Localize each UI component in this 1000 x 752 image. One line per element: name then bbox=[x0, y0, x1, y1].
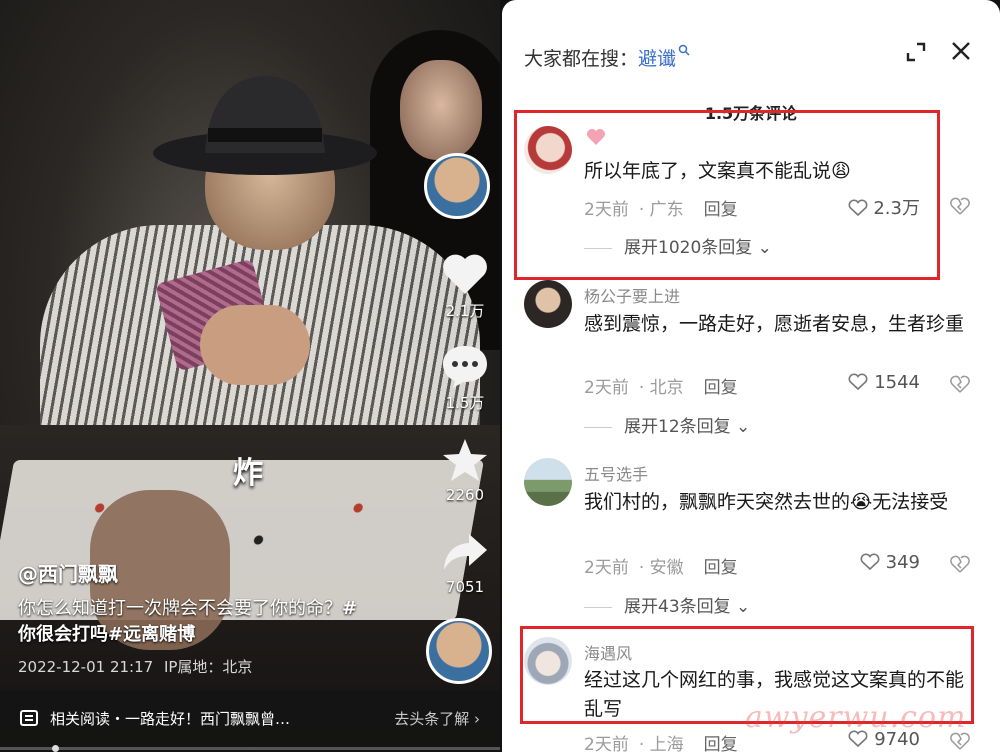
post-date: 2022-12-01 21:17 bbox=[18, 658, 154, 676]
share-arrow-icon bbox=[444, 534, 487, 570]
dislike-heart-icon[interactable] bbox=[950, 374, 970, 394]
ip-location: IP属地：北京 bbox=[163, 658, 253, 676]
search-suggestion: 大家都在搜：避谶 bbox=[524, 44, 690, 71]
hand bbox=[200, 305, 310, 385]
highlight-box bbox=[514, 110, 940, 280]
caption-text: 你怎么知道打一次牌会不会要了你的命？ bbox=[18, 598, 342, 619]
heart-icon bbox=[443, 254, 487, 294]
like-button[interactable]: 2.1万 bbox=[436, 250, 494, 321]
close-icon[interactable] bbox=[949, 39, 973, 63]
search-keyword[interactable]: 避谶 bbox=[638, 48, 676, 70]
fedora-hat bbox=[153, 76, 377, 175]
like-count: 1544 bbox=[874, 372, 920, 393]
comment-meta: 2天前 · 上海 回复 bbox=[584, 730, 748, 752]
reply-button[interactable]: 回复 bbox=[704, 735, 738, 752]
related-reading-text: 相关阅读・一路走好！西门飘飘曾… bbox=[50, 710, 291, 728]
commenter-name[interactable]: 杨公子要上进 bbox=[584, 283, 680, 307]
article-icon bbox=[20, 710, 38, 726]
comment-text: 感到震惊，一路走好，愿逝者安息，生者珍重 bbox=[584, 313, 965, 335]
author-avatar[interactable] bbox=[424, 153, 490, 219]
comment-like[interactable]: 349 bbox=[860, 552, 920, 573]
comment-meta: 2天前 · 北京 回复 bbox=[584, 378, 738, 398]
comment-panel: 大家都在搜：避谶 1.5万条评论 所以年底了，文案真不能乱说😩 2天前 · 广东回… bbox=[502, 0, 1000, 752]
background-woman-face bbox=[400, 60, 482, 160]
video-meta: 2022-12-01 21:17 IP属地：北京 bbox=[18, 656, 252, 677]
share-count: 7051 bbox=[445, 578, 485, 596]
like-count: 349 bbox=[885, 552, 920, 573]
music-disc-avatar[interactable] bbox=[426, 618, 492, 684]
comment-like[interactable]: 1544 bbox=[848, 372, 920, 393]
related-reading-bar[interactable]: 相关阅读・一路走好！西门飘飘曾… 去头条了解 › bbox=[0, 690, 500, 752]
related-reading-link[interactable]: 去头条了解 › bbox=[394, 708, 480, 729]
reply-button[interactable]: 回复 bbox=[704, 378, 738, 398]
like-count: 2.1万 bbox=[445, 302, 485, 320]
commenter-avatar[interactable] bbox=[524, 458, 572, 506]
expand-replies-button[interactable]: 展开12条回复 ⌄ bbox=[584, 412, 750, 437]
favorite-button[interactable]: 2260 bbox=[436, 436, 494, 504]
search-suggestion-label: 大家都在搜： bbox=[524, 48, 639, 70]
video-player[interactable]: 炸 2.1万 1.5万 2260 7051 @西门飘飘 你怎么知道打一次牌会不会… bbox=[0, 0, 500, 752]
dislike-heart-icon[interactable] bbox=[950, 554, 970, 574]
watermark: awyerwu.com bbox=[745, 700, 967, 735]
commenter-name[interactable]: 五号选手 bbox=[584, 461, 648, 485]
star-icon bbox=[443, 439, 487, 481]
comment-button[interactable]: 1.5万 bbox=[436, 342, 494, 413]
comment-text: 我们村的，飘飘昨天突然去世的😭无法接受 bbox=[584, 491, 949, 513]
author-name[interactable]: @西门飘飘 bbox=[18, 558, 118, 587]
fullscreen-icon[interactable] bbox=[904, 40, 928, 64]
comment-bubble-icon bbox=[443, 346, 487, 388]
commenter-avatar[interactable] bbox=[524, 280, 572, 328]
comment-meta: 2天前 · 安徽 回复 bbox=[584, 558, 738, 578]
dislike-heart-icon[interactable] bbox=[950, 196, 970, 216]
comment-count: 1.5万 bbox=[445, 394, 485, 412]
heart-outline-icon bbox=[860, 553, 880, 571]
favorite-count: 2260 bbox=[445, 486, 485, 504]
heart-outline-icon bbox=[848, 373, 868, 391]
video-caption: 你怎么知道打一次牌会不会要了你的命？#你很会打吗#远离赌博 bbox=[18, 596, 368, 648]
video-overlay-text: 炸 bbox=[233, 456, 263, 491]
reply-button[interactable]: 回复 bbox=[704, 558, 738, 578]
progress-handle[interactable] bbox=[52, 745, 59, 752]
share-button[interactable]: 7051 bbox=[436, 528, 494, 596]
video-progress-bar[interactable] bbox=[0, 747, 500, 750]
search-icon bbox=[678, 44, 690, 56]
expand-replies-button[interactable]: 展开43条回复 ⌄ bbox=[584, 592, 750, 617]
